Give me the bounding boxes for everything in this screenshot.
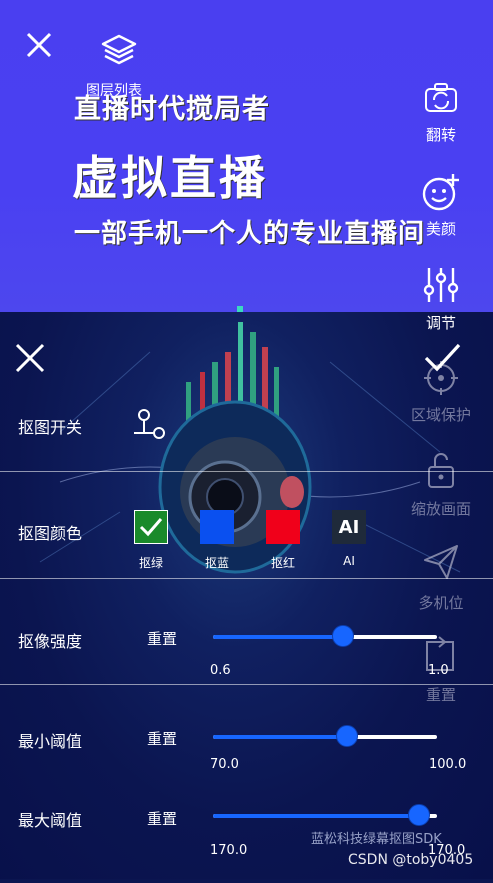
toggle-icon (134, 409, 165, 439)
side-item-zoom[interactable]: 缩放画面 (406, 450, 476, 519)
slider-fill (213, 814, 420, 818)
close-icon (15, 343, 45, 373)
strength-slider[interactable] (213, 625, 437, 647)
max-threshold-slider[interactable] (213, 804, 437, 826)
send-icon (424, 545, 458, 579)
camera-flip-icon (425, 83, 457, 112)
slider-fill (213, 735, 348, 739)
ai-swatch: AI (332, 510, 366, 544)
max-threshold-reset-button[interactable]: 重置 (147, 808, 177, 829)
divider (0, 684, 493, 685)
side-item-flip[interactable]: 翻转 (406, 80, 476, 145)
color-label-red: 抠红 (270, 556, 295, 570)
color-label-green: 抠绿 (138, 556, 163, 570)
close-top-button[interactable] (24, 30, 54, 64)
marker-dot (237, 306, 243, 312)
divider (0, 578, 493, 579)
face-plus-icon (422, 174, 459, 211)
max-threshold-min: 170.0 (210, 843, 248, 858)
slider-fill (213, 635, 343, 639)
min-threshold-reset-button[interactable]: 重置 (147, 728, 177, 749)
credit-text: CSDN @toby0405 (348, 852, 474, 868)
strength-max: 1.0 (428, 663, 449, 678)
headline-3: 一部手机一个人的专业直播间 (74, 219, 426, 249)
watermark-text: 蓝松科技绿幕抠图SDK (311, 832, 442, 847)
slider-knob[interactable] (408, 804, 431, 826)
max-threshold-label: 最大阈值 (18, 811, 83, 830)
color-option-blue[interactable] (200, 510, 234, 544)
layers-icon (101, 34, 137, 65)
sliders-icon (423, 268, 459, 302)
panel-close-button[interactable] (14, 342, 46, 378)
check-icon (134, 510, 168, 544)
matting-switch-toggle[interactable] (130, 408, 166, 446)
strength-label: 抠像强度 (18, 632, 83, 651)
blue-swatch (200, 510, 234, 544)
color-option-red[interactable] (266, 510, 300, 544)
close-icon (26, 32, 52, 58)
min-threshold-slider[interactable] (213, 725, 437, 747)
headline-2: 虚拟直播 (72, 151, 268, 205)
min-threshold-max: 100.0 (429, 757, 467, 772)
strength-min: 0.6 (210, 663, 231, 678)
color-option-green[interactable] (134, 510, 168, 544)
matting-color-label: 抠图颜色 (18, 524, 83, 543)
side-item-adjust[interactable]: 调节 (406, 266, 476, 333)
color-label-blue: 抠蓝 (204, 556, 229, 570)
headline-1: 直播时代搅局者 (74, 94, 270, 125)
color-label-ai: AI (343, 554, 355, 568)
layers-button[interactable] (100, 33, 138, 71)
color-option-ai[interactable]: AI (332, 510, 366, 544)
divider (0, 471, 493, 472)
slider-knob[interactable] (331, 625, 354, 647)
unlock-icon (428, 453, 454, 488)
panel-confirm-button[interactable] (422, 342, 462, 378)
checkmark-icon (424, 343, 461, 372)
side-item-beauty[interactable]: 美颜 (406, 172, 476, 239)
matting-switch-label: 抠图开关 (18, 418, 83, 437)
min-threshold-label: 最小阈值 (18, 732, 83, 751)
strength-reset-button[interactable]: 重置 (147, 628, 177, 649)
min-threshold-min: 70.0 (210, 757, 239, 772)
red-swatch (266, 510, 300, 544)
